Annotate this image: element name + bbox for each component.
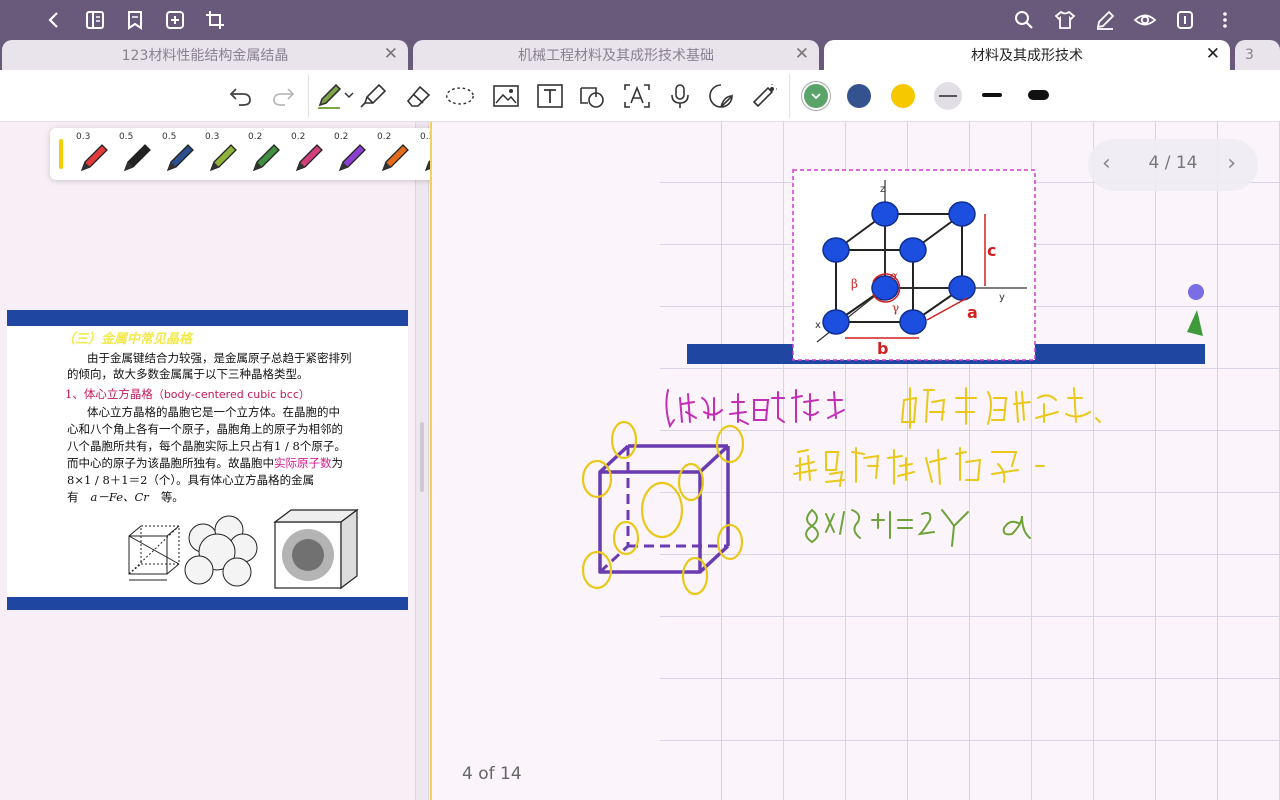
metal-examples: a－Fe、Cr	[90, 490, 149, 504]
pdf-slide: （三）金属中常见晶格 由于金属键结合力较强，是金属原子总趋于紧密排列 的倾向，故…	[7, 310, 408, 610]
pen-icon	[166, 144, 194, 172]
bcc-heading: 1、体心立方晶格（body-centered cubic bcc）	[65, 386, 310, 402]
search-icon[interactable]	[1010, 6, 1038, 34]
pen-icon	[295, 144, 323, 172]
undo-icon[interactable]	[226, 82, 256, 110]
laser-pointer-icon[interactable]	[749, 82, 779, 110]
tab-label: 材料及其成形技术	[971, 48, 1083, 64]
pen-icon	[209, 144, 237, 172]
section-title: （三）金属中常见晶格	[62, 332, 193, 347]
theme-shirt-icon[interactable]	[1051, 6, 1079, 34]
highlighter-icon[interactable]	[358, 82, 388, 110]
body-line-5: 8×1 / 8＋1＝2（个）。具有体心立方晶格的金属	[67, 473, 315, 487]
more-icon[interactable]	[1211, 6, 1239, 34]
top-bar	[0, 0, 1280, 40]
body-line-3: 八个晶胞所共有，每个晶胞实际上只占有1 / 8个原子。	[67, 439, 346, 453]
tab-bar: 123材料性能结构金属结晶 ✕ 机械工程材料及其成形技术基础 ✕ 材料及其成形技…	[0, 40, 1280, 70]
pen-size-label: 0.2	[248, 132, 263, 142]
body-line-4: 而中心的原子为该晶胞所独有。故晶胞中实际原子数为	[67, 455, 343, 472]
bcc-heading-en: （body-centered cubic bcc）	[152, 388, 310, 401]
image-icon[interactable]	[491, 82, 521, 110]
back-icon[interactable]	[40, 6, 68, 34]
toolbar-divider	[308, 74, 309, 118]
pen-preset-5[interactable]: 0.2	[244, 132, 284, 176]
bookmark-icon[interactable]	[121, 6, 149, 34]
pen-icon	[338, 144, 366, 172]
pen-preset-4[interactable]: 0.3	[201, 132, 241, 176]
pen-preset-8[interactable]: 0.2	[373, 132, 413, 176]
pen-size-label: 0.3	[76, 132, 91, 142]
eraser-icon[interactable]	[403, 82, 433, 110]
tab-materials-forming[interactable]: 材料及其成形技术 ✕	[824, 40, 1230, 70]
tab-mechanical-materials[interactable]: 机械工程材料及其成形技术基础 ✕	[413, 40, 819, 70]
tab-123-materials[interactable]: 123材料性能结构金属结晶 ✕	[2, 40, 408, 70]
close-icon[interactable]: ✕	[384, 46, 398, 63]
pen-preset-2[interactable]: 0.5	[115, 132, 155, 176]
view-icon[interactable]	[1131, 6, 1159, 34]
intro-line-1: 由于金属键结合力较强，是金属原子总趋于紧密排列	[87, 351, 352, 365]
pen-size-label: 0.3	[205, 132, 220, 142]
tab-label: 3	[1245, 47, 1254, 63]
body-line-4c: 为	[331, 456, 344, 470]
reader-mode-icon[interactable]	[81, 6, 109, 34]
handwriting-layer	[581, 387, 1101, 596]
highlight-actual-atoms: 实际原子数	[274, 456, 332, 470]
slide-footer-bar	[7, 597, 408, 610]
color-swatch-green[interactable]	[804, 84, 828, 108]
pen-size-label: 0.5	[119, 132, 134, 142]
pen-tool-icon[interactable]	[316, 82, 356, 110]
text-recognition-icon[interactable]	[622, 82, 652, 110]
intro-line-2: 的倾向，故大多数金属属于以下三种晶格类型。	[67, 367, 309, 381]
body-line-6c: 等。	[160, 490, 184, 504]
bcc-figures	[128, 508, 359, 590]
pen-preset-1[interactable]: 0.3	[72, 132, 112, 176]
toolbar-divider	[789, 74, 790, 118]
body-line-1: 体心立方晶格的晶胞它是一个立方体。在晶胞的中	[87, 405, 340, 419]
pen-size-label: 0.2	[291, 132, 306, 142]
pen-icon	[80, 144, 108, 172]
tab-label: 机械工程材料及其成形技术基础	[518, 48, 714, 64]
pen-icon	[381, 144, 409, 172]
sticker-icon[interactable]	[706, 82, 736, 110]
divider-grip[interactable]	[420, 422, 424, 492]
pen-icon	[123, 144, 151, 172]
pen-settings-icon[interactable]	[1091, 6, 1119, 34]
pen-preset-3[interactable]: 0.5	[158, 132, 198, 176]
page-footer-number: 4 of 14	[462, 764, 522, 784]
color-swatch-navy[interactable]	[847, 84, 871, 108]
pen-size-label: 0.2	[334, 132, 349, 142]
close-icon[interactable]: ✕	[795, 46, 809, 63]
line-thin-option[interactable]	[934, 82, 962, 110]
slide-header-bar	[7, 310, 408, 326]
pen-size-label: 0.2	[377, 132, 392, 142]
redo-icon[interactable]	[268, 82, 298, 110]
line-medium-option[interactable]	[982, 93, 1002, 97]
color-swatch-yellow[interactable]	[891, 84, 915, 108]
pen-size-label: 0.5	[162, 132, 177, 142]
line-thick-option[interactable]	[1028, 90, 1049, 100]
tab-overflow[interactable]: 3	[1235, 40, 1280, 70]
bcc-heading-zh: 1、体心立方晶格	[65, 387, 153, 401]
page-layout-icon[interactable]	[1171, 6, 1199, 34]
active-pen-indicator	[59, 139, 63, 169]
crop-icon[interactable]	[201, 6, 229, 34]
body-line-2: 心和八个角上各有一个原子，晶胞角上的原子为相邻的	[67, 422, 343, 436]
add-page-icon[interactable]	[161, 6, 189, 34]
drawing-toolbar	[0, 70, 1280, 122]
split-divider[interactable]	[415, 122, 429, 800]
text-box-icon[interactable]	[535, 82, 565, 110]
pen-preset-6[interactable]: 0.2	[287, 132, 327, 176]
lasso-icon[interactable]	[445, 82, 475, 110]
microphone-icon[interactable]	[665, 82, 695, 110]
pen-preset-7[interactable]: 0.2	[330, 132, 370, 176]
body-line-4a: 而中心的原子为该晶胞所独有。故晶胞中	[67, 456, 274, 470]
shape-icon[interactable]	[578, 82, 608, 110]
body-line-6a: 有	[67, 490, 79, 504]
pen-icon	[252, 144, 280, 172]
body-line-6: 有 a－Fe、Cr 等。	[67, 489, 184, 506]
close-icon[interactable]: ✕	[1206, 46, 1220, 63]
tab-label: 123材料性能结构金属结晶	[121, 48, 289, 64]
notebook-page[interactable]: z y x c b a β α γ ‹ 4 / 14 › 4 of 14	[430, 122, 1280, 800]
